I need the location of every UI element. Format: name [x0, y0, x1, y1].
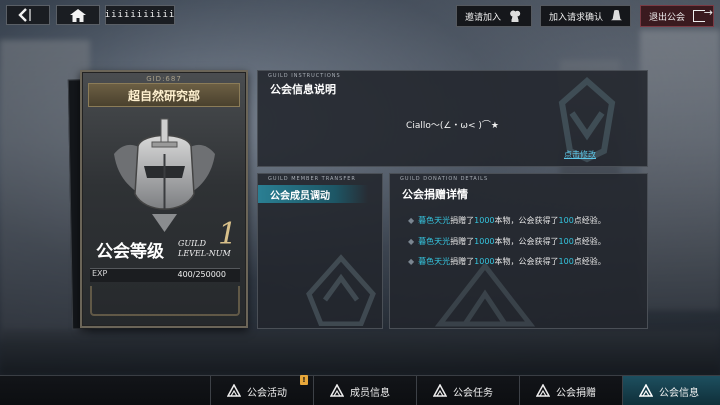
member-transfer-title: 公会成员调动	[270, 191, 330, 202]
guild-emblem-icon	[114, 118, 215, 232]
panel-tag: GUILD DONATION DETAILS	[400, 176, 489, 182]
donor-name: 暮色天光	[418, 216, 451, 225]
join-request-label: 加入请求确认	[549, 12, 604, 23]
donation-details-panel: GUILD DONATION DETAILS 公会捐赠详情 ◆ 暮色天光捐赠了10…	[389, 173, 648, 329]
invite-label: 邀请加入	[465, 12, 502, 23]
guild-instructions-panel: GUILD INSTRUCTIONS 公会信息说明 Ciallo～(∠・ω< )…	[257, 70, 648, 167]
back-button[interactable]	[6, 5, 50, 25]
guild-name: 超自然研究部	[88, 83, 240, 107]
donation-amount: 1000	[474, 216, 495, 225]
donation-amount: 1000	[474, 257, 495, 266]
bullet-diamond-icon: ◆	[408, 237, 415, 246]
donation-entry: ◆ 暮色天光捐赠了1000本物，公会获得了100点经验。	[408, 236, 606, 247]
tab-label: 公会信息	[659, 387, 699, 399]
donation-entry: ◆ 暮色天光捐赠了1000本物，公会获得了100点经验。	[408, 256, 606, 267]
donation-unit: 本物，公会获得了	[494, 257, 559, 266]
background-building-right	[640, 30, 720, 310]
tab-label: 公会活动	[247, 387, 287, 399]
bell-icon	[611, 10, 622, 21]
exp-label: EXP	[92, 269, 108, 278]
bullet-diamond-icon: ◆	[408, 216, 415, 225]
exit-guild-button[interactable]: 退出公会	[640, 5, 714, 27]
guild-id: GID:687	[146, 75, 182, 83]
home-icon	[70, 8, 86, 22]
donation-action: 捐赠了	[450, 257, 475, 266]
tab-guild-info[interactable]: 公会信息	[622, 376, 720, 405]
donation-title: 公会捐赠详情	[402, 188, 468, 201]
donation-points: 100	[558, 257, 574, 266]
donation-amount: 1000	[474, 237, 495, 246]
donation-suffix: 点经验。	[573, 257, 606, 266]
tab-label: 成员信息	[350, 387, 390, 399]
panel-tag: GUILD INSTRUCTIONS	[268, 73, 341, 79]
tab-guild-activity[interactable]: 公会活动	[210, 376, 313, 405]
donation-action: 捐赠了	[450, 237, 475, 246]
activity-notification-badge: !	[300, 375, 308, 385]
donation-unit: 本物，公会获得了	[494, 237, 559, 246]
exit-guild-label: 退出公会	[649, 12, 686, 23]
guild-level-number: 1	[218, 217, 238, 252]
donation-entry: ◆ 暮色天光捐赠了1000本物，公会获得了100点经验。	[408, 215, 606, 226]
tab-label: 公会任务	[453, 387, 493, 399]
tab-guild-donate[interactable]: 公会捐赠	[519, 376, 622, 405]
background-floor	[0, 330, 720, 375]
guild-task-icon	[433, 384, 447, 397]
guild-info-icon	[639, 384, 653, 397]
bullet-diamond-icon: ◆	[408, 257, 415, 266]
join-request-button[interactable]: 加入请求确认	[540, 5, 631, 27]
donor-name: 暮色天光	[418, 257, 451, 266]
panel-tag: GUILD MEMBER TRANSFER	[268, 176, 356, 182]
donation-unit: 本物，公会获得了	[494, 216, 559, 225]
donation-points: 100	[558, 216, 574, 225]
back-arrow-icon	[18, 8, 31, 22]
member-transfer-panel[interactable]: GUILD MEMBER TRANSFER 公会成员调动	[257, 173, 383, 329]
card-ornament	[90, 286, 240, 316]
donation-suffix: 点经验。	[573, 216, 606, 225]
guild-donate-icon	[536, 384, 550, 397]
member-info-icon	[330, 384, 344, 397]
tab-member-info[interactable]: 成员信息	[313, 376, 416, 405]
guild-card[interactable]: GID:687 超自然研究部 公会等级 GUILD LEVEL-NUM 1 EX…	[80, 70, 248, 328]
people-icon	[509, 10, 522, 22]
bottom-tab-bar: 公会活动 成员信息 公会任务 公会捐赠 公会信息	[0, 375, 720, 405]
donation-points: 100	[558, 237, 574, 246]
guild-description: Ciallo～(∠・ω< )⌒★	[406, 121, 499, 131]
faint-emblem-icon	[434, 264, 536, 327]
exit-icon	[693, 6, 713, 22]
panel-title: 公会信息说明	[270, 83, 336, 96]
donor-name: 暮色天光	[418, 237, 451, 246]
donation-action: 捐赠了	[450, 216, 475, 225]
guild-activity-icon	[227, 384, 241, 397]
top-bar: iiiiiiiiiii 邀请加入 加入请求确认 退出公会	[0, 0, 720, 30]
tab-label: 公会捐赠	[556, 387, 596, 399]
guild-level-label: 公会等级	[96, 242, 164, 262]
faint-emblem-icon	[306, 254, 376, 326]
donation-suffix: 点经验。	[573, 237, 606, 246]
tab-guild-tasks[interactable]: 公会任务	[416, 376, 519, 405]
edit-description-link[interactable]: 点击修改	[564, 149, 596, 160]
breadcrumb-title[interactable]: iiiiiiiiiii	[105, 5, 175, 25]
invite-button[interactable]: 邀请加入	[456, 5, 532, 27]
exp-value: 400/250000	[177, 270, 226, 279]
home-button[interactable]	[56, 5, 100, 25]
